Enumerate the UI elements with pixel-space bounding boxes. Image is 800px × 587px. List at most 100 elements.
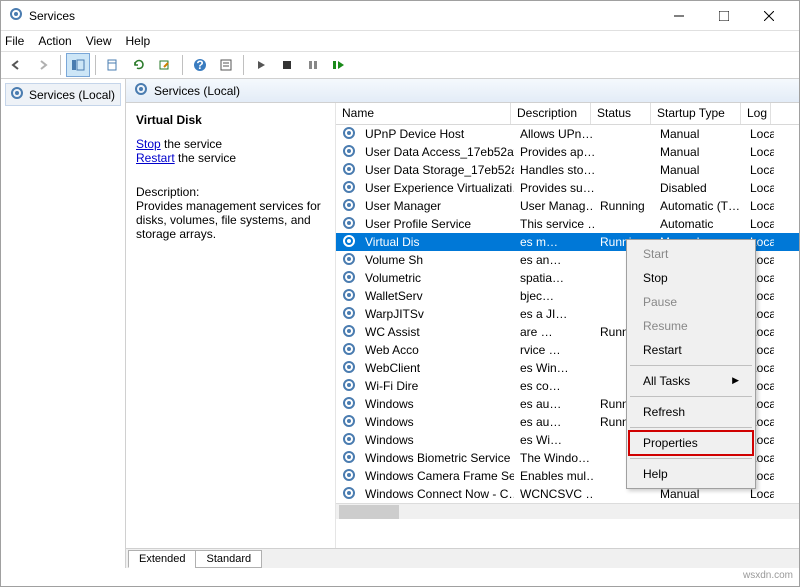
nav-pane: Services (Local) — [1, 79, 126, 568]
maximize-button[interactable] — [701, 2, 746, 30]
table-row[interactable]: User Profile ServiceThis service …Automa… — [336, 215, 799, 233]
menu-action[interactable]: Action — [38, 34, 71, 48]
cell-name: User Profile Service — [359, 217, 514, 231]
cell-description: es Win… — [514, 361, 594, 375]
cell-startup: Manual — [654, 487, 744, 501]
cell-name: UPnP Device Host — [359, 127, 514, 141]
cell-name: Web Acco — [359, 343, 514, 357]
gear-icon — [342, 144, 356, 161]
export-button[interactable] — [153, 53, 177, 77]
service-list: Name Description Status Startup Type Log… — [336, 103, 799, 548]
cell-description: Handles sto… — [514, 163, 594, 177]
col-description[interactable]: Description — [511, 103, 591, 124]
cell-logon: Loca — [744, 145, 774, 159]
cell-description: es Wi… — [514, 433, 594, 447]
pause-service-button[interactable] — [301, 53, 325, 77]
cell-description: bjec… — [514, 289, 594, 303]
gear-icon — [342, 180, 356, 197]
ctx-help[interactable]: Help — [629, 462, 753, 486]
col-log-on-as[interactable]: Log — [741, 103, 771, 124]
gear-icon — [342, 378, 356, 395]
gear-icon — [342, 288, 356, 305]
window-title: Services — [29, 9, 656, 23]
menu-view[interactable]: View — [86, 34, 112, 48]
cell-description: spatia… — [514, 271, 594, 285]
selected-service-title: Virtual Disk — [136, 113, 325, 127]
cell-name: Windows — [359, 415, 514, 429]
ctx-refresh[interactable]: Refresh — [629, 400, 753, 424]
cell-name: Volumetric — [359, 271, 514, 285]
gear-icon — [342, 234, 356, 251]
cell-logon: Loca — [744, 217, 774, 231]
restart-service-button[interactable] — [327, 53, 351, 77]
stop-service-link[interactable]: Stop — [136, 137, 161, 151]
gear-icon — [342, 162, 356, 179]
forward-button[interactable] — [31, 53, 55, 77]
table-row[interactable]: User Data Access_17eb52afProvides ap…Man… — [336, 143, 799, 161]
toolbar: ? — [1, 51, 799, 79]
col-startup-type[interactable]: Startup Type — [651, 103, 741, 124]
stop-service-button[interactable] — [275, 53, 299, 77]
svg-text:?: ? — [196, 58, 203, 72]
gear-icon — [342, 126, 356, 143]
cell-logon: Loca — [744, 181, 774, 195]
gear-icon — [342, 396, 356, 413]
table-row[interactable]: User Experience Virtualizati…Provides su… — [336, 179, 799, 197]
menu-file[interactable]: File — [5, 34, 24, 48]
cell-description: This service … — [514, 217, 594, 231]
gear-icon — [342, 486, 356, 503]
gear-icon — [342, 432, 356, 449]
back-button[interactable] — [5, 53, 29, 77]
gear-icon — [342, 252, 356, 269]
ctx-restart[interactable]: Restart — [629, 338, 753, 362]
gear-icon — [342, 216, 356, 233]
cell-name: WarpJITSv — [359, 307, 514, 321]
cell-name: Virtual Dis — [359, 235, 514, 249]
show-hide-tree-button[interactable] — [66, 53, 90, 77]
gear-icon — [342, 324, 356, 341]
cell-startup: Disabled — [654, 181, 744, 195]
cell-name: Windows — [359, 433, 514, 447]
start-service-button[interactable] — [249, 53, 273, 77]
cell-description: rvice … — [514, 343, 594, 357]
cell-name: Windows Camera Frame Se… — [359, 469, 514, 483]
table-row[interactable]: User ManagerUser Manag…RunningAutomatic … — [336, 197, 799, 215]
col-name[interactable]: Name — [336, 103, 511, 124]
footer-watermark: wsxdn.com — [1, 568, 799, 586]
gear-icon — [342, 468, 356, 485]
close-button[interactable] — [746, 2, 791, 30]
cell-name: User Data Storage_17eb52af — [359, 163, 514, 177]
cell-startup: Manual — [654, 127, 744, 141]
ctx-properties[interactable]: Properties — [628, 430, 754, 456]
minimize-button[interactable] — [656, 2, 701, 30]
table-row[interactable]: User Data Storage_17eb52afHandles sto…Ma… — [336, 161, 799, 179]
ctx-all-tasks[interactable]: All Tasks▶ — [629, 369, 753, 393]
main-header-label: Services (Local) — [154, 84, 240, 98]
cell-startup: Manual — [654, 145, 744, 159]
ctx-start: Start — [629, 242, 753, 266]
cell-description: WCNCSVC … — [514, 487, 594, 501]
col-status[interactable]: Status — [591, 103, 651, 124]
cell-logon: Loca — [744, 163, 774, 177]
cell-description: User Manag… — [514, 199, 594, 213]
help-button[interactable]: ? — [188, 53, 212, 77]
table-row[interactable]: UPnP Device HostAllows UPn…ManualLoca — [336, 125, 799, 143]
properties-button[interactable] — [214, 53, 238, 77]
gear-icon — [10, 86, 24, 103]
gear-icon — [342, 198, 356, 215]
gear-icon — [342, 360, 356, 377]
menu-help[interactable]: Help — [126, 34, 151, 48]
gear-icon — [342, 450, 356, 467]
content-area: Services (Local) Services (Local) Virtua… — [1, 79, 799, 568]
horizontal-scrollbar[interactable] — [336, 503, 799, 519]
cell-description: Provides su… — [514, 181, 594, 195]
cell-logon: Loca — [744, 199, 774, 213]
ctx-stop[interactable]: Stop — [629, 266, 753, 290]
cell-name: WC Assist — [359, 325, 514, 339]
refresh-button[interactable] — [127, 53, 151, 77]
tab-standard[interactable]: Standard — [195, 550, 262, 568]
nav-services-local[interactable]: Services (Local) — [5, 83, 121, 106]
restart-service-link[interactable]: Restart — [136, 151, 175, 165]
tab-extended[interactable]: Extended — [128, 550, 196, 568]
export-list-button[interactable] — [101, 53, 125, 77]
